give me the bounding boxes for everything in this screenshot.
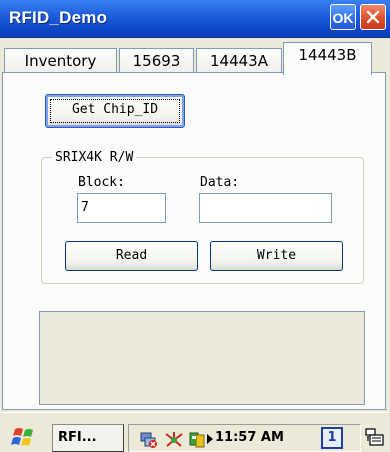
get-chip-id-button[interactable]: Get Chip_ID (45, 94, 185, 128)
tab-inventory[interactable]: Inventory (4, 48, 117, 73)
tab-14443b[interactable]: 14443B (283, 42, 372, 75)
close-button[interactable] (360, 4, 386, 30)
block-input[interactable]: 7 (77, 193, 166, 223)
output-box[interactable] (39, 311, 365, 405)
task-rfid-demo[interactable]: RFI... (52, 424, 124, 452)
tab-14443a[interactable]: 14443A (196, 48, 282, 73)
tab-strip: Inventory 15693 14443A 14443B (0, 37, 390, 75)
tab-panel-14443b: Get Chip_ID SRIX4K R/W Block: Data: 7 Re… (2, 72, 386, 410)
data-input[interactable] (199, 193, 332, 223)
arrow-right-icon[interactable] (207, 434, 213, 444)
windows-flag-icon[interactable] (11, 426, 39, 448)
srix4k-group-title: SRIX4K R/W (55, 150, 134, 165)
ok-button[interactable]: OK (330, 4, 356, 30)
title-bar: RFID_Demo OK (0, 0, 390, 38)
sip-keyboard-icon[interactable] (364, 427, 386, 449)
block-label: Block: (78, 175, 125, 190)
system-tray: 11:57 AM 1 (128, 424, 361, 452)
close-icon (366, 10, 380, 24)
taskbar: RFI... 11:57 AM 1 (0, 412, 390, 452)
input-indicator[interactable]: 1 (321, 427, 343, 449)
clock[interactable]: 11:57 AM (215, 430, 284, 445)
data-label: Data: (200, 175, 240, 190)
window-title: RFID_Demo (9, 8, 108, 27)
get-chip-id-label: Get Chip_ID (71, 102, 159, 117)
wireless-icon[interactable] (163, 431, 185, 449)
app-screen: RFID_Demo OK Inventory 15693 14443A 1444… (0, 0, 390, 452)
tab-15693[interactable]: 15693 (119, 48, 194, 73)
sync-icon[interactable] (187, 431, 207, 449)
network-disconnected-icon[interactable] (139, 431, 159, 449)
read-button[interactable]: Read (65, 241, 198, 271)
write-button[interactable]: Write (210, 241, 343, 271)
